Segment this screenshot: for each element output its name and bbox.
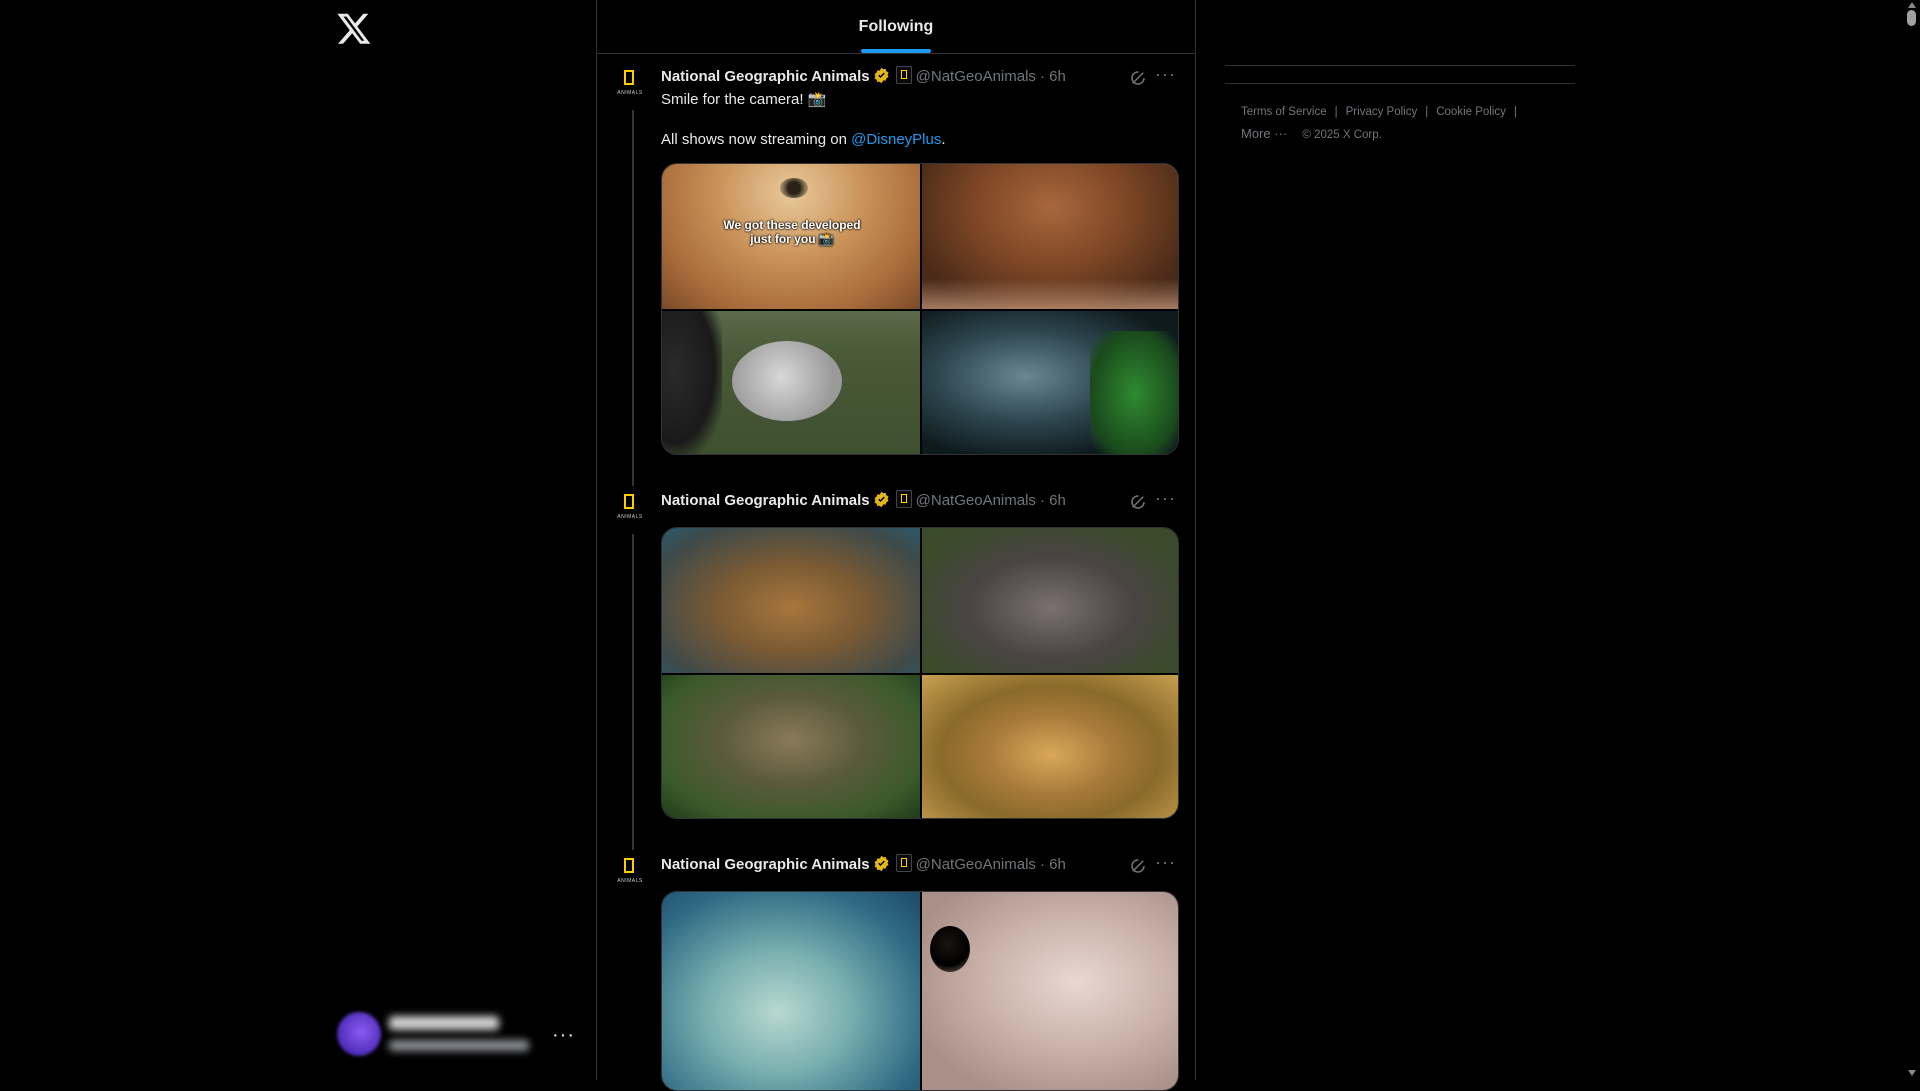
account-name-blurred [389, 1016, 499, 1030]
author-name[interactable]: National Geographic Animals [661, 492, 870, 509]
media-image[interactable] [922, 164, 1178, 309]
media-grid [661, 891, 1179, 1091]
natgeo-avatar[interactable]: ANIMALS [617, 494, 643, 534]
cookie-link[interactable]: Cookie Policy [1436, 106, 1506, 118]
natgeo-border-icon [624, 70, 634, 85]
more-link[interactable]: More ··· [1241, 126, 1287, 141]
tweet-actions: ··· [1129, 64, 1179, 88]
tweet[interactable]: ANIMALS National Geographic Animals @NatG… [597, 488, 1195, 830]
copyright: © 2025 X Corp. [1302, 129, 1382, 141]
separator: | [1334, 106, 1338, 118]
verified-badge-icon [874, 67, 889, 84]
tweet-time[interactable]: · 6h [1040, 856, 1066, 873]
grok-icon[interactable] [1129, 493, 1147, 511]
tweet-header: National Geographic Animals @NatGeoAnimal… [661, 854, 1101, 876]
natgeo-avatar[interactable]: ANIMALS [617, 858, 643, 898]
media-image[interactable] [662, 892, 920, 1090]
divider [1225, 65, 1575, 66]
avatar-label: ANIMALS [617, 514, 643, 520]
tweet-time[interactable]: · 6h [1040, 68, 1066, 85]
scroll-down-arrow-icon[interactable] [1908, 1070, 1916, 1076]
right-sidebar: Terms of Service | Privacy Policy | Cookie P… [1225, 0, 1575, 200]
footer-row: More ··· © 2025 X Corp. [1241, 126, 1382, 141]
author-handle[interactable]: @NatGeoAnimals [916, 856, 1036, 873]
media-image[interactable] [922, 675, 1178, 818]
main-timeline: Following ANIMALS National Geographic An… [596, 0, 1196, 1091]
natgeo-border-icon [624, 494, 634, 509]
image-caption: We got these developed just for you 📸 [723, 218, 861, 246]
scroll-up-arrow-icon[interactable] [1908, 2, 1916, 8]
more-icon[interactable]: ··· [1155, 64, 1176, 85]
media-image[interactable] [922, 528, 1178, 673]
scrollbar-thumb[interactable] [1907, 10, 1916, 26]
more-icon[interactable]: ··· [1155, 488, 1176, 509]
tab-following-label: Following [858, 18, 934, 35]
media-image[interactable] [662, 311, 920, 454]
avatar[interactable] [337, 1012, 381, 1056]
tweet-text: All shows now streaming on @DisneyPlus. [661, 130, 946, 150]
tweet[interactable]: ANIMALS National Geographic Animals @NatG… [597, 852, 1195, 1091]
more-icon[interactable]: ··· [552, 1024, 575, 1047]
account-handle-blurred [389, 1040, 529, 1051]
affiliate-badge-icon[interactable] [895, 66, 912, 84]
avatar-label: ANIMALS [617, 90, 643, 96]
terms-link[interactable]: Terms of Service [1241, 106, 1327, 118]
separator: | [1425, 106, 1429, 118]
tweet-text: Smile for the camera! 📸 [661, 90, 826, 110]
timeline-tabs: Following [597, 0, 1195, 54]
separator: | [1513, 106, 1517, 118]
more-icon[interactable]: ··· [1155, 852, 1176, 873]
grok-icon[interactable] [1129, 857, 1147, 875]
footer-links: Terms of Service | Privacy Policy | Cookie P… [1241, 104, 1571, 120]
tweet-text-line1: Smile for the camera! 📸 [661, 91, 827, 108]
tweet-time[interactable]: · 6h [1040, 492, 1066, 509]
media-image[interactable] [922, 892, 1178, 1090]
divider [1225, 83, 1575, 84]
author-name[interactable]: National Geographic Animals [661, 856, 870, 873]
tweet-actions: ··· [1129, 852, 1179, 876]
verified-badge-icon [874, 491, 889, 508]
media-grid: We got these developed just for you 📸 [661, 163, 1179, 455]
author-handle[interactable]: @NatGeoAnimals [916, 492, 1036, 509]
tab-following[interactable]: Following [597, 0, 1195, 53]
verified-badge-icon [874, 855, 889, 872]
tweet-text-line2: All shows now streaming on [661, 131, 852, 148]
media-image[interactable]: We got these developed just for you 📸 [662, 164, 920, 309]
affiliate-badge-icon[interactable] [895, 854, 912, 872]
tweet-header: National Geographic Animals @NatGeoAnimal… [661, 66, 1101, 88]
privacy-link[interactable]: Privacy Policy [1346, 106, 1418, 118]
left-navigation: ··· [0, 0, 596, 1080]
author-name[interactable]: National Geographic Animals [661, 68, 870, 85]
grok-icon[interactable] [1129, 69, 1147, 87]
avatar-label: ANIMALS [617, 878, 643, 884]
natgeo-avatar[interactable]: ANIMALS [617, 70, 643, 110]
account-switcher[interactable]: ··· [337, 1004, 577, 1064]
natgeo-border-icon [624, 858, 634, 873]
mention-link[interactable]: @DisneyPlus [851, 131, 941, 148]
x-logo-icon[interactable] [336, 10, 372, 46]
tweet[interactable]: ANIMALS National Geographic Animals @NatG… [597, 64, 1195, 466]
media-image[interactable] [922, 311, 1178, 454]
media-image[interactable] [662, 675, 920, 818]
media-grid [661, 527, 1179, 819]
media-image[interactable] [662, 528, 920, 673]
scrollbar[interactable] [1904, 0, 1920, 1080]
tweet-header: National Geographic Animals @NatGeoAnimal… [661, 490, 1101, 512]
affiliate-badge-icon[interactable] [895, 490, 912, 508]
tab-active-indicator [861, 49, 931, 53]
tweet-actions: ··· [1129, 488, 1179, 512]
author-handle[interactable]: @NatGeoAnimals [916, 68, 1036, 85]
tweet-text-punct: . [941, 131, 946, 148]
